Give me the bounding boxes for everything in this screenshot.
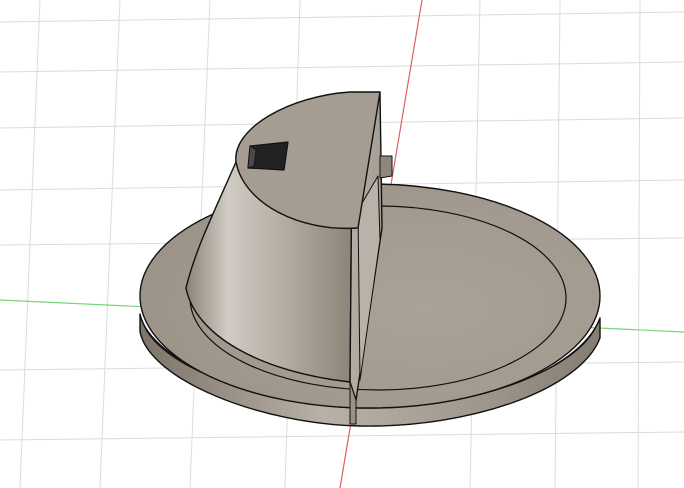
viewport-canvas[interactable]: [0, 0, 684, 488]
flat-tab: [379, 155, 393, 179]
knob-model[interactable]: [139, 91, 601, 427]
3d-viewport[interactable]: [0, 0, 684, 488]
